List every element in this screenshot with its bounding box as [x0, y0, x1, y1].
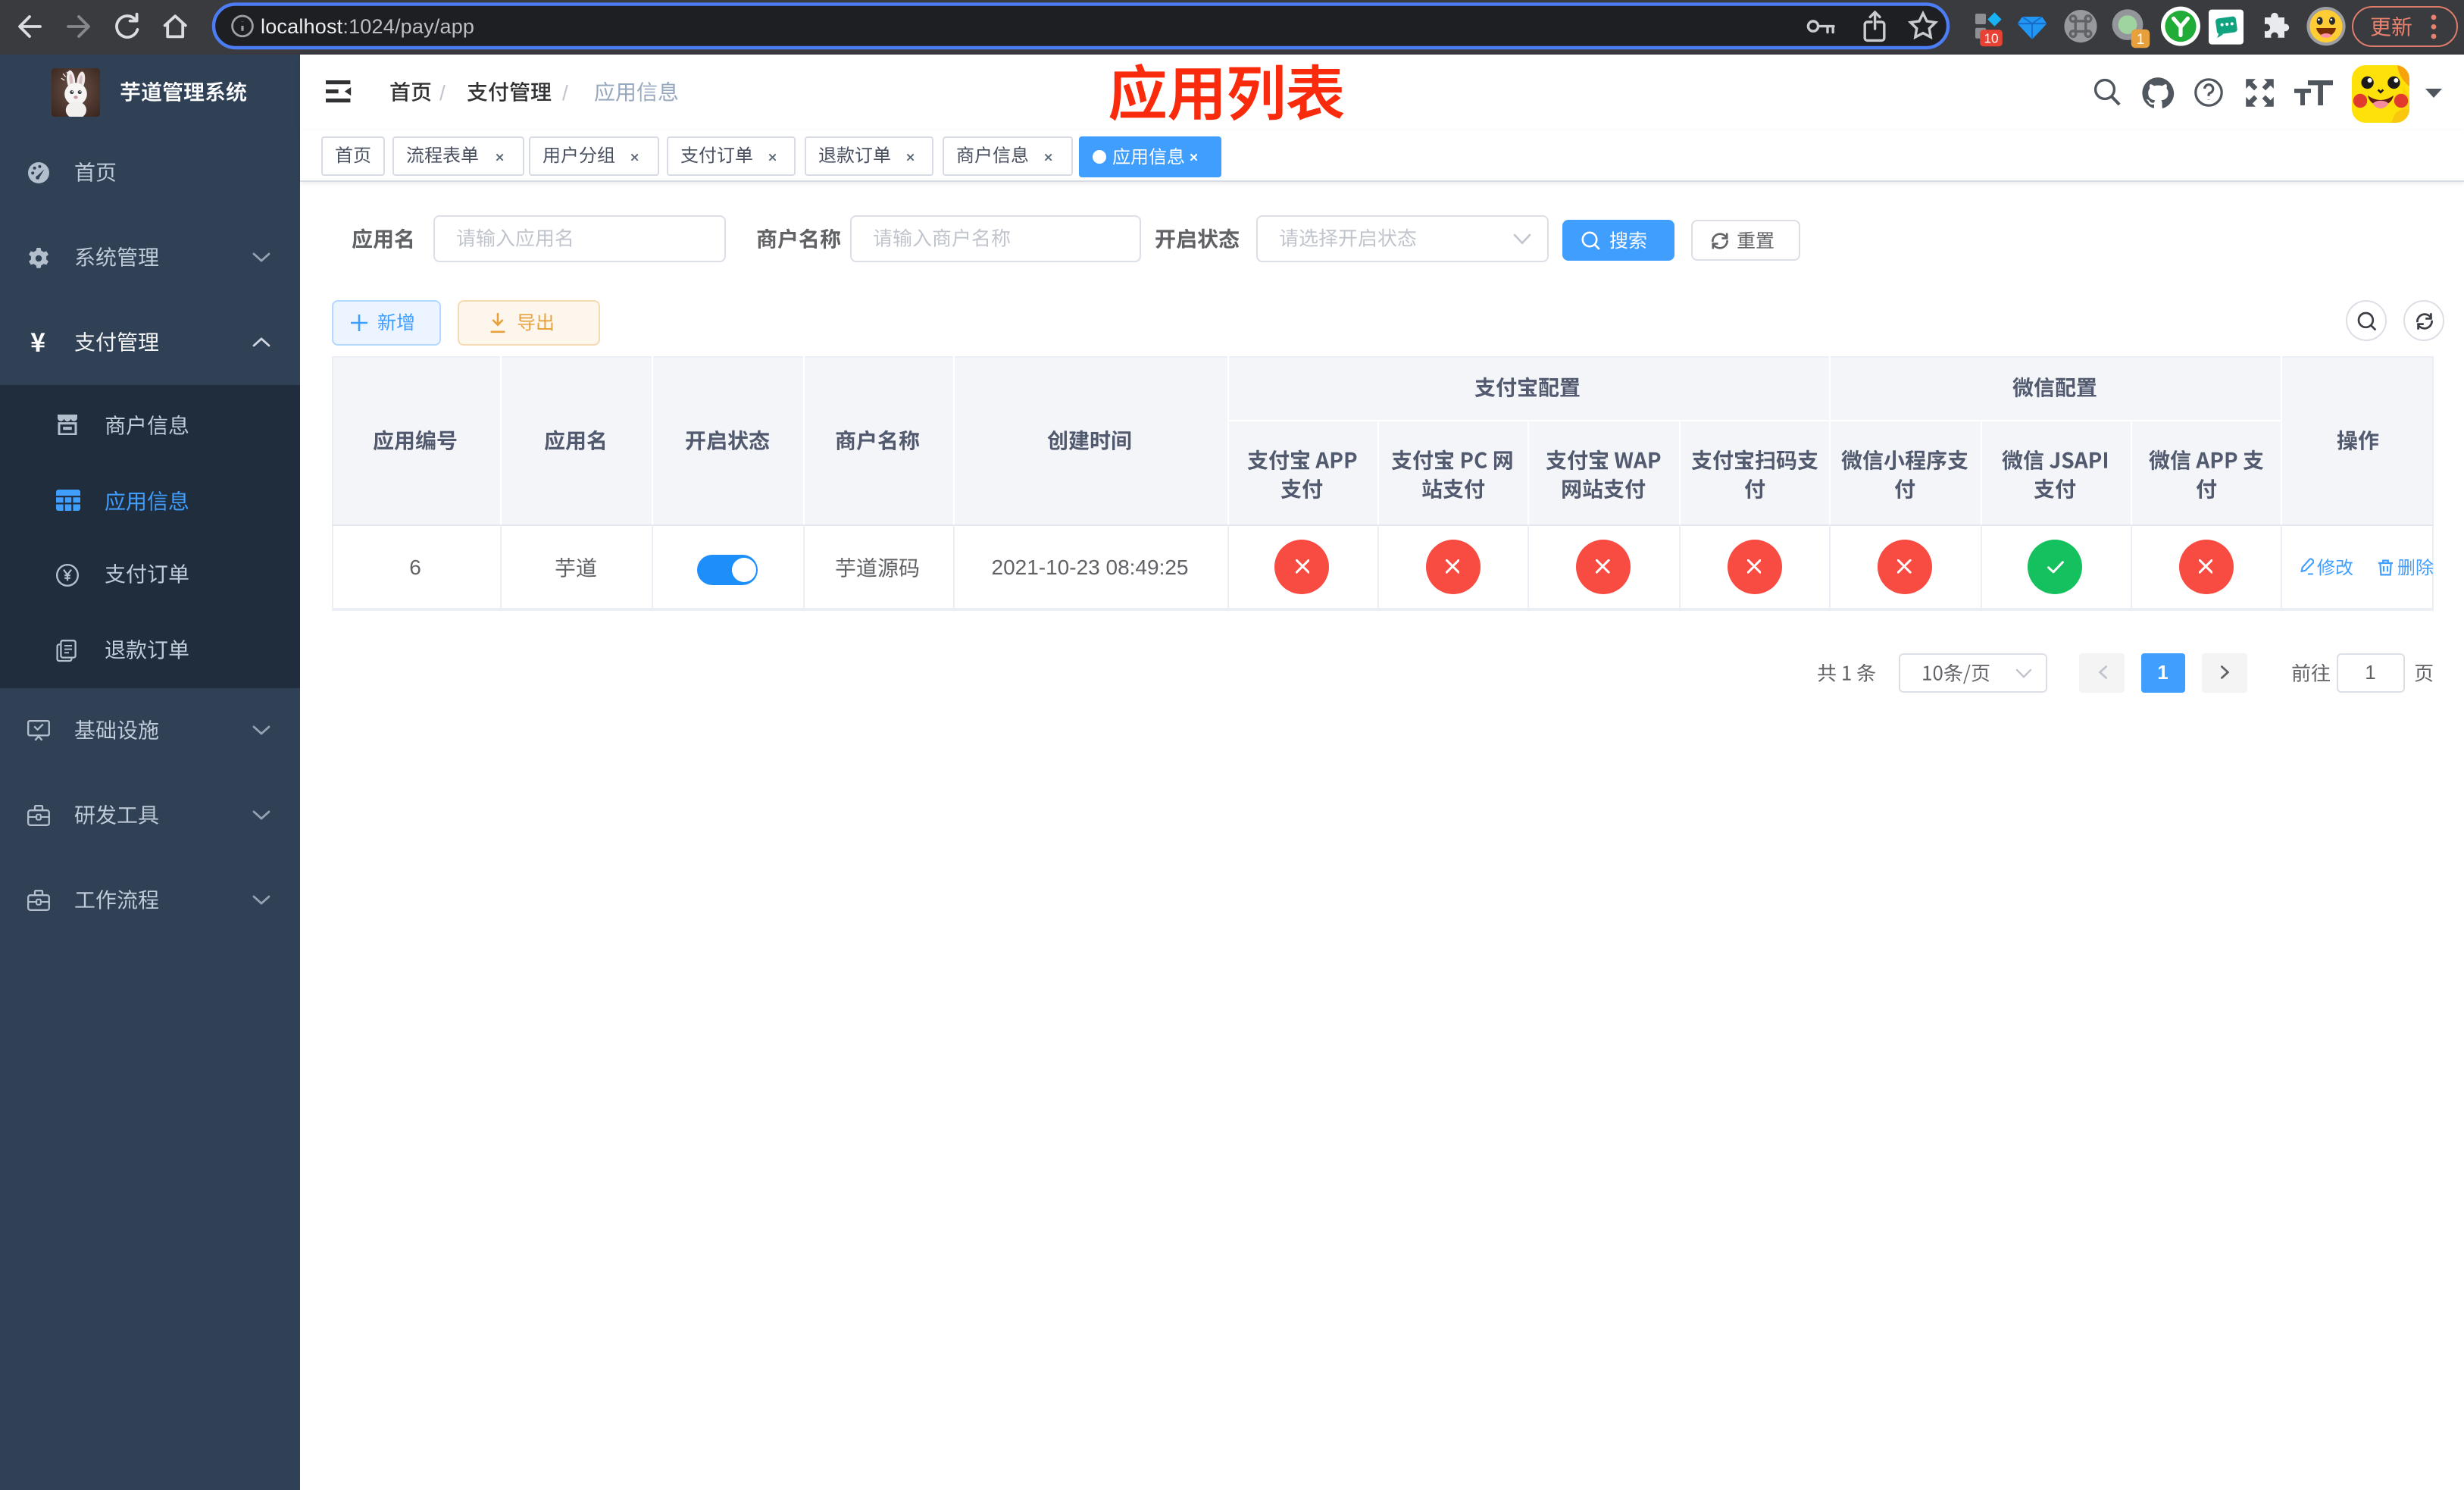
svg-text:1: 1 [2137, 32, 2145, 48]
svg-text:10: 10 [1984, 31, 1998, 46]
